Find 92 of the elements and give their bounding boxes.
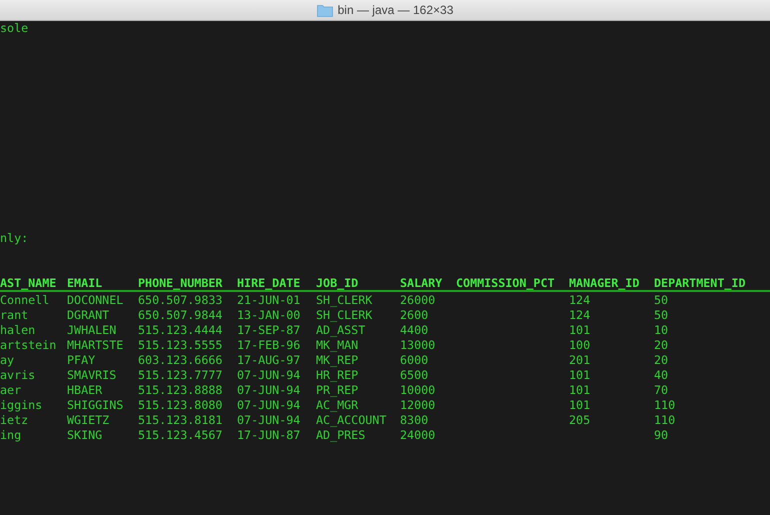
column-header: COMMISSION_PCT <box>456 276 556 291</box>
column-header: HIRE_DATE <box>237 276 302 291</box>
window-title: bin — java — 162×33 <box>338 3 454 17</box>
console-text: nly: <box>0 231 28 245</box>
table-cell-text: 07-JUN-94 <box>237 368 302 383</box>
table-cell-text: 50 <box>654 308 670 323</box>
table-cell-text: AC_ACCOUNT <box>316 413 388 428</box>
table-cell-text: 10 <box>654 323 670 338</box>
table-cell-text: 515.123.8888 <box>138 383 224 398</box>
table-cell-text: 650.507.9844 <box>138 308 224 323</box>
table-cell-text: 201 <box>569 353 592 368</box>
table-cell-text: 205 <box>569 413 592 428</box>
table-cell-text: 20 <box>654 353 670 368</box>
table-cell-text: Connell <box>0 293 50 308</box>
table-cell-text: 515.123.5555 <box>138 338 224 353</box>
table-cell-text: 101 <box>569 368 592 383</box>
table-cell-text: 100 <box>569 338 592 353</box>
table-cell-text: 21-JUN-01 <box>237 293 302 308</box>
table-cell-text: HR_REP <box>316 368 360 383</box>
table-cell-text: 12000 <box>400 398 436 413</box>
table-cell-text: 124 <box>569 308 592 323</box>
table-cell-text: 17-FEB-96 <box>237 338 302 353</box>
table-cell-text: AD_PRES <box>316 428 366 443</box>
table-cell-text: 24000 <box>400 428 436 443</box>
table-cell-text: 13-JAN-00 <box>237 308 302 323</box>
table-cell-text: 101 <box>569 398 592 413</box>
table-cell-text: SMAVRIS <box>67 368 118 383</box>
table-cell-text: 101 <box>569 383 592 398</box>
table-cell-text: 07-JUN-94 <box>237 413 302 428</box>
folder-icon <box>316 4 333 16</box>
table-cell-text: JWHALEN <box>67 323 118 338</box>
table-cell-text: MK_REP <box>316 353 360 368</box>
column-header: MANAGER_ID <box>569 276 640 291</box>
table-cell-text: 10000 <box>400 383 436 398</box>
table-cell-text: SH_CLERK <box>316 308 374 323</box>
table-cell-text: artstein <box>0 338 58 353</box>
table-cell-text: 13000 <box>400 338 436 353</box>
table-cell-text: 4400 <box>400 323 430 338</box>
table-cell-text: aer <box>0 383 22 398</box>
table-cell-text: 17-SEP-87 <box>237 323 302 338</box>
table-cell-text: MK_MAN <box>316 338 360 353</box>
table-cell-text: 650.507.9833 <box>138 293 224 308</box>
column-header: AST_NAME <box>0 276 58 291</box>
column-header: JOB_ID <box>316 276 360 291</box>
table-cell-text: AD_ASST <box>316 323 366 338</box>
table-cell-text: halen <box>0 323 36 338</box>
table-cell-text: DOCONNEL <box>67 293 124 308</box>
table-cell-text: 515.123.8080 <box>138 398 224 413</box>
table-cell-text: 2600 <box>400 308 430 323</box>
table-cell-text: 50 <box>654 293 670 308</box>
table-cell-text: 8300 <box>400 413 430 428</box>
column-header: DEPARTMENT_ID <box>654 276 746 291</box>
table-cell-text: WGIETZ <box>67 413 110 428</box>
table-cell-text: 515.123.4444 <box>138 323 224 338</box>
table-cell-text: ing <box>0 428 22 443</box>
table-cell-text: 17-JUN-87 <box>237 428 302 443</box>
table-cell-text: ay <box>0 353 16 368</box>
table-cell-text: iggins <box>0 398 44 413</box>
column-header: SALARY <box>400 276 444 291</box>
column-header: PHONE_NUMBER <box>138 276 224 291</box>
table-cell-text: MHARTSTE <box>67 338 124 353</box>
table-cell-text: ietz <box>0 413 30 428</box>
table-cell-text: 110 <box>654 413 676 428</box>
table-cell-text: SHIGGINS <box>67 398 124 413</box>
table-cell-text: PR_REP <box>316 383 360 398</box>
table-cell-text: 6000 <box>400 353 430 368</box>
table-cell-text: 20 <box>654 338 670 353</box>
table-cell-text: 07-JUN-94 <box>237 398 302 413</box>
table-cell-text: SKING <box>67 428 104 443</box>
table-cell-text: SH_CLERK <box>316 293 374 308</box>
table-cell-text: HBAER <box>67 383 104 398</box>
console-text: sole <box>0 21 28 35</box>
table-cell-text: 515.123.4567 <box>138 428 224 443</box>
table-cell-text: 70 <box>654 383 670 398</box>
table-cell-text: 6500 <box>400 368 430 383</box>
table-cell-text: 101 <box>569 323 592 338</box>
table-cell-text: 110 <box>654 398 676 413</box>
table-cell-text: 603.123.6666 <box>138 353 224 368</box>
table-cell-text: 07-JUN-94 <box>237 383 302 398</box>
table-cell-text: AC_MGR <box>316 398 360 413</box>
table-cell-text: 40 <box>654 368 670 383</box>
table-cell-text: 515.123.7777 <box>138 368 224 383</box>
table-cell-text: 515.123.8181 <box>138 413 224 428</box>
table-cell-text: PFAY <box>67 353 96 368</box>
table-cell-text: 90 <box>654 428 670 443</box>
table-cell-text: 17-AUG-97 <box>237 353 302 368</box>
table-cell-text: 26000 <box>400 293 436 308</box>
column-header: EMAIL <box>67 276 104 291</box>
table-cell-text: rant <box>0 308 30 323</box>
table-cell-text: avris <box>0 368 36 383</box>
table-cell-text: 124 <box>569 293 592 308</box>
table-cell-text: DGRANT <box>67 308 110 323</box>
